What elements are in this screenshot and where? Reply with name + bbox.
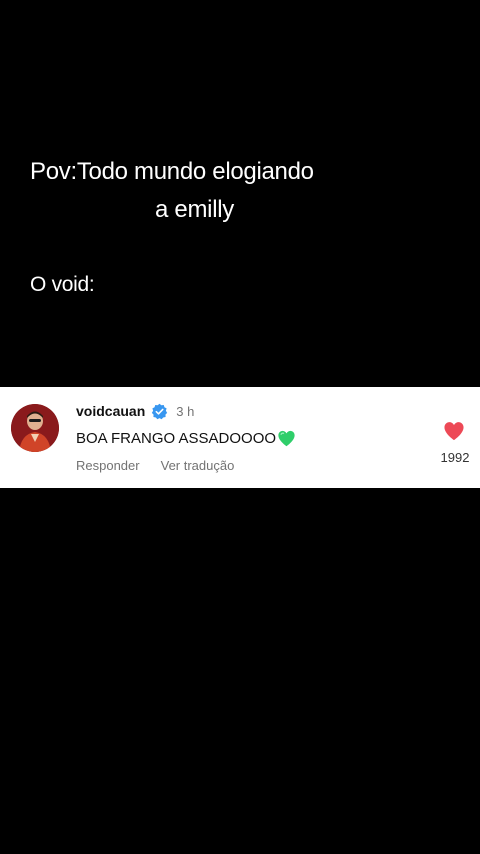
caption-line-2: a emilly <box>155 196 234 223</box>
username[interactable]: voidcauan <box>76 403 145 419</box>
like-heart-icon[interactable] <box>443 421 465 441</box>
comment-time: 3 h <box>176 403 195 419</box>
caption-line-3: O void: <box>30 273 95 296</box>
comment-text: BOA FRANGO ASSADOOOO <box>76 430 277 447</box>
verified-badge-icon <box>151 403 168 420</box>
reply-button[interactable]: Responder <box>76 458 140 473</box>
comment-actions: Responder Ver tradução <box>76 458 234 473</box>
like-count: 1992 <box>440 450 470 465</box>
comment-text-row: BOA FRANGO ASSADOOOO <box>76 430 296 447</box>
comment-card: voidcauan 3 h BOA FRANGO ASSADOOOO Respo… <box>0 387 480 488</box>
username-row: voidcauan 3 h <box>76 402 194 420</box>
caption-line-1: Pov:Todo mundo elogiando <box>30 158 314 185</box>
translate-button[interactable]: Ver tradução <box>161 458 235 473</box>
avatar[interactable] <box>11 404 59 452</box>
avatar-image <box>11 404 59 452</box>
green-heart-icon <box>277 430 296 447</box>
